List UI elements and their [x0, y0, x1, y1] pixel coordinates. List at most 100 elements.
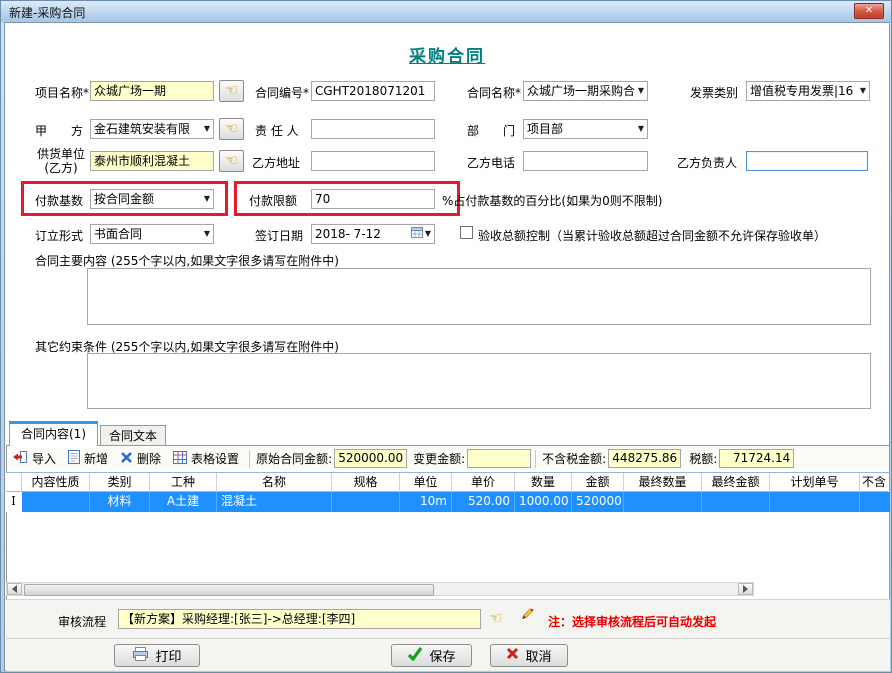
- col-header[interactable]: 不含: [860, 473, 888, 492]
- table-row[interactable]: I 材料 A土建 混凝土 10m 520.00 1000.00 520000.0…: [6, 492, 890, 512]
- project-browse-button[interactable]: ☜: [219, 80, 244, 102]
- party-a-label: 甲 方: [35, 122, 83, 139]
- party-b-phone-input[interactable]: [523, 151, 648, 171]
- calendar-icon: [411, 225, 423, 243]
- notax-amount-label: 不含税金额:: [540, 450, 608, 467]
- delete-row-button[interactable]: 删除: [114, 448, 167, 469]
- party-a-select[interactable]: 金石建筑安装有限▼: [90, 119, 214, 139]
- party-b-address-input[interactable]: [311, 151, 435, 171]
- supplier-label: 供货单位(乙方): [32, 147, 90, 175]
- contract-items-grid: 内容性质 类别 工种 名称 规格 单位 单价 数量 金额 最终数量 最终金额 计…: [6, 472, 890, 512]
- grid-toolbar: 导入 新增 删除 表格设置 原始合同金额: 520000.00 变更金额: 不含…: [7, 447, 889, 470]
- party-b-contact-input[interactable]: [746, 151, 868, 171]
- payment-limit-label: 付款限额: [249, 192, 297, 209]
- page-title: 采购合同: [5, 42, 889, 67]
- approval-flow-label: 审核流程: [58, 613, 106, 630]
- titlebar[interactable]: 新建-采购合同 ✕: [1, 1, 891, 22]
- tax-field: 71724.14: [719, 449, 794, 468]
- printer-icon: [132, 647, 149, 665]
- grid-header-row: 内容性质 类别 工种 名称 规格 单位 单价 数量 金额 最终数量 最终金额 计…: [6, 472, 890, 492]
- responsible-input[interactable]: [311, 119, 435, 139]
- acceptance-control-label: 验收总额控制（当累计验收总额超过合同金额不允许保存验收单）: [478, 227, 826, 244]
- contract-name-select[interactable]: 众城广场一期采购合▼: [523, 81, 648, 101]
- col-header[interactable]: 内容性质: [22, 473, 90, 492]
- scroll-left-button[interactable]: [7, 583, 22, 595]
- toolbar-separator: [535, 450, 536, 468]
- project-name-label: 项目名称*: [35, 84, 89, 101]
- add-row-button[interactable]: 新增: [62, 448, 114, 469]
- hand-pointer-icon: ☜: [225, 81, 238, 99]
- col-header[interactable]: 工种: [150, 473, 217, 492]
- supplier-input[interactable]: 泰州市顺利混凝土: [90, 151, 214, 171]
- close-icon: ✕: [865, 5, 873, 16]
- window: 新建-采购合同 ✕ 采购合同 项目名称* 众城广场一期 ☜ 合同编号* CGHT…: [0, 0, 892, 673]
- main-content-label: 合同主要内容 (255个字以内,如果文字很多请写在附件中): [35, 252, 339, 269]
- party-b-address-label: 乙方地址: [252, 154, 300, 171]
- chevron-down-icon: ▼: [202, 190, 210, 208]
- print-button[interactable]: 打印: [114, 644, 200, 667]
- sign-date-label: 签订日期: [255, 227, 303, 244]
- chevron-down-icon: ▼: [636, 82, 644, 100]
- tab-contract-content[interactable]: 合同内容(1): [9, 421, 98, 446]
- col-header[interactable]: 规格: [332, 473, 400, 492]
- party-a-browse-button[interactable]: ☜: [219, 118, 244, 140]
- responsible-label: 责 任 人: [255, 122, 299, 139]
- form-type-label: 订立形式: [35, 227, 83, 244]
- party-b-contact-label: 乙方负责人: [677, 154, 737, 171]
- col-header[interactable]: 金额: [572, 473, 624, 492]
- row-selector-header: [6, 473, 22, 492]
- col-header[interactable]: 名称: [217, 473, 332, 492]
- col-header[interactable]: 单价: [452, 473, 515, 492]
- grid-settings-button[interactable]: 表格设置: [167, 448, 245, 469]
- change-amount-field[interactable]: [467, 449, 531, 468]
- contract-no-input[interactable]: CGHT2018071201: [311, 81, 435, 101]
- sign-date-picker[interactable]: 2018- 7-12 ▼: [311, 224, 435, 244]
- approval-pick-hand-icon[interactable]: ☜: [489, 609, 502, 627]
- contract-name-label: 合同名称*: [467, 84, 521, 101]
- payment-base-select[interactable]: 按合同金额▼: [90, 189, 214, 209]
- approval-flow-input[interactable]: 【新方案】采购经理:[张三]->总经理:[李四]: [118, 609, 481, 629]
- acceptance-control-checkbox[interactable]: [460, 226, 473, 239]
- notax-amount-field: 448275.86: [608, 449, 681, 468]
- department-select[interactable]: 项目部▼: [523, 119, 648, 139]
- supplier-browse-button[interactable]: ☜: [219, 150, 244, 172]
- other-terms-textarea[interactable]: [87, 353, 871, 409]
- horizontal-scrollbar[interactable]: [6, 582, 754, 596]
- hand-pointer-icon: ☜: [225, 151, 238, 169]
- tab-contract-text[interactable]: 合同文本: [100, 425, 166, 446]
- party-b-phone-label: 乙方电话: [467, 154, 515, 171]
- col-header[interactable]: 类别: [90, 473, 150, 492]
- new-document-icon: [68, 450, 80, 467]
- tax-label: 税额:: [687, 450, 719, 467]
- window-title: 新建-采购合同: [9, 4, 85, 21]
- footer-panel: 审核流程 【新方案】采购经理:[张三]->总经理:[李四] ☜ 注：选择审核流程…: [6, 599, 890, 671]
- close-button[interactable]: ✕: [854, 3, 884, 19]
- footer-divider: [6, 638, 890, 639]
- col-header[interactable]: 最终数量: [624, 473, 702, 492]
- edit-pencil-icon[interactable]: [518, 607, 535, 627]
- payment-limit-input[interactable]: 70: [311, 189, 435, 209]
- cancel-button[interactable]: 取消: [490, 644, 568, 667]
- scrollbar-thumb[interactable]: [24, 584, 434, 596]
- dialog-body: 采购合同 项目名称* 众城广场一期 ☜ 合同编号* CGHT2018071201…: [4, 22, 890, 671]
- project-name-input[interactable]: 众城广场一期: [90, 81, 214, 101]
- contract-no-label: 合同编号*: [255, 84, 309, 101]
- hand-pointer-icon: ☜: [225, 119, 238, 137]
- col-header[interactable]: 数量: [515, 473, 572, 492]
- scroll-right-button[interactable]: [738, 583, 753, 595]
- approval-note: 注：选择审核流程后可自动发起: [548, 613, 716, 630]
- form-type-select[interactable]: 书面合同▼: [90, 224, 214, 244]
- save-button[interactable]: 保存: [391, 644, 472, 667]
- main-content-textarea[interactable]: [87, 268, 871, 325]
- cancel-x-icon: [506, 647, 519, 664]
- col-header[interactable]: 单位: [400, 473, 452, 492]
- chevron-down-icon: ▼: [423, 225, 431, 243]
- import-button[interactable]: 导入: [7, 448, 62, 469]
- col-header[interactable]: 最终金额: [702, 473, 770, 492]
- chevron-down-icon: ▼: [202, 120, 210, 138]
- col-header[interactable]: 计划单号: [770, 473, 860, 492]
- chevron-down-icon: ▼: [202, 225, 210, 243]
- toolbar-separator: [249, 450, 250, 468]
- invoice-type-select[interactable]: 增值税专用发票|16▼: [746, 81, 870, 101]
- table-grid-icon: [173, 451, 187, 467]
